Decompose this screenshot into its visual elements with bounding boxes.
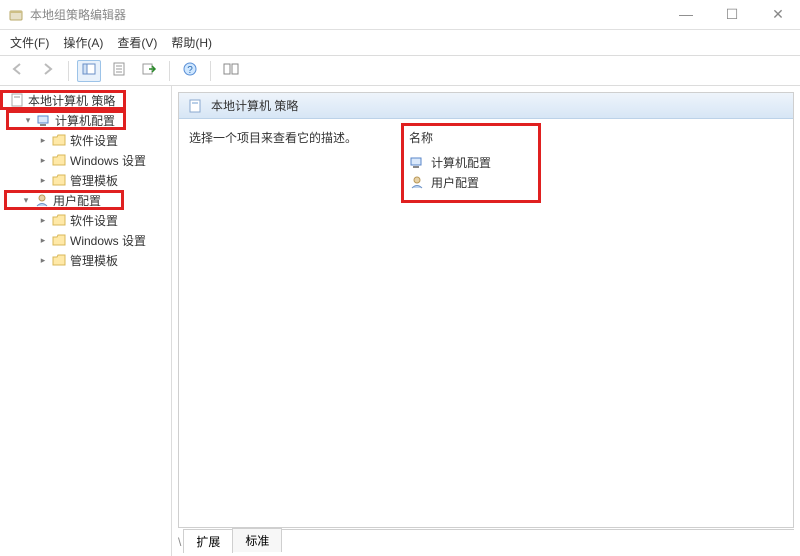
minimize-button[interactable]: — [672, 6, 700, 23]
export-icon [142, 62, 156, 79]
folder-icon [51, 252, 67, 268]
help-icon: ? [183, 62, 197, 79]
window-title: 本地组策略编辑器 [30, 6, 126, 23]
folder-icon [51, 212, 67, 228]
folder-icon [51, 152, 67, 168]
tree-item-software[interactable]: ▸ 软件设置 [6, 130, 171, 150]
menu-view[interactable]: 查看(V) [117, 34, 157, 51]
tree-item-label: 软件设置 [70, 212, 118, 229]
tree-item-admin[interactable]: ▸ 管理模板 [6, 250, 171, 270]
tree-item-label: 管理模板 [70, 252, 118, 269]
tree-item-label: 软件设置 [70, 132, 118, 149]
tree-computer-config[interactable]: ▾ 计算机配置 [6, 110, 126, 130]
tree-item-label: Windows 设置 [70, 152, 146, 169]
split-button[interactable] [219, 60, 243, 82]
policy-icon [187, 98, 203, 114]
properties-button[interactable] [107, 60, 131, 82]
tree-user-label: 用户配置 [53, 192, 101, 209]
window-controls: — ☐ ✕ [672, 6, 792, 23]
toolbar-separator [68, 61, 69, 81]
computer-icon [36, 112, 52, 128]
forward-icon [41, 63, 55, 78]
menu-action[interactable]: 操作(A) [63, 34, 103, 51]
tree-user-config[interactable]: ▾ 用户配置 [4, 190, 124, 210]
tree-item-label: Windows 设置 [70, 232, 146, 249]
tree-computer-label: 计算机配置 [55, 112, 115, 129]
show-hide-tree-button[interactable] [77, 60, 101, 82]
split-icon [223, 63, 239, 78]
column-header-name[interactable]: 名称 [409, 129, 491, 146]
toolbar-separator [169, 61, 170, 81]
tree-root-label: 本地计算机 策略 [28, 92, 115, 109]
panel-header: 本地计算机 策略 [179, 93, 793, 119]
caret-icon: ▾ [21, 195, 31, 206]
list-item-label: 计算机配置 [431, 154, 491, 171]
tree-item-windows[interactable]: ▸ Windows 设置 [6, 150, 171, 170]
folder-icon [51, 172, 67, 188]
tab-extended[interactable]: 扩展 [183, 529, 233, 553]
back-button[interactable] [6, 60, 30, 82]
menu-file[interactable]: 文件(F) [10, 34, 49, 51]
toolbar-separator [210, 61, 211, 81]
maximize-button[interactable]: ☐ [718, 6, 746, 23]
forward-button[interactable] [36, 60, 60, 82]
folder-icon [51, 132, 67, 148]
toolbar: ? [0, 56, 800, 86]
policy-icon [9, 92, 25, 108]
content: 本地计算机 策略 ▾ 计算机配置 ▸ 软件设置 ▸ Windows 设置 ▸ [0, 86, 800, 556]
panel-icon [82, 63, 96, 78]
caret-icon: ▸ [38, 175, 48, 186]
caret-icon: ▸ [38, 215, 48, 226]
details-panel: 本地计算机 策略 选择一个项目来查看它的描述。 名称 计算机配置 [178, 92, 794, 528]
panel-body: 选择一个项目来查看它的描述。 名称 计算机配置 用户配置 [179, 119, 793, 202]
list-column: 名称 计算机配置 用户配置 [409, 129, 491, 192]
list-item-user[interactable]: 用户配置 [409, 172, 491, 192]
list-item-label: 用户配置 [431, 174, 479, 191]
tree-pane: 本地计算机 策略 ▾ 计算机配置 ▸ 软件设置 ▸ Windows 设置 ▸ [0, 86, 172, 556]
tree-item-label: 管理模板 [70, 172, 118, 189]
tree-item-software[interactable]: ▸ 软件设置 [6, 210, 171, 230]
right-pane: 本地计算机 策略 选择一个项目来查看它的描述。 名称 计算机配置 [172, 86, 800, 556]
caret-icon: ▾ [23, 115, 33, 126]
tree-item-windows[interactable]: ▸ Windows 设置 [6, 230, 171, 250]
tabs: \ 扩展 标准 [178, 528, 794, 552]
tabs-line [281, 529, 794, 530]
caret-icon: ▸ [38, 155, 48, 166]
close-button[interactable]: ✕ [764, 6, 792, 23]
folder-icon [51, 232, 67, 248]
list-item-computer[interactable]: 计算机配置 [409, 152, 491, 172]
panel-header-title: 本地计算机 策略 [211, 97, 298, 114]
tab-standard[interactable]: 标准 [232, 528, 282, 552]
back-icon [11, 63, 25, 78]
titlebar: 本地组策略编辑器 — ☐ ✕ [0, 0, 800, 30]
help-button[interactable]: ? [178, 60, 202, 82]
description-text: 选择一个项目来查看它的描述。 [189, 129, 389, 192]
menubar: 文件(F) 操作(A) 查看(V) 帮助(H) [0, 30, 800, 56]
export-button[interactable] [137, 60, 161, 82]
caret-icon: ▸ [38, 135, 48, 146]
tree-item-admin[interactable]: ▸ 管理模板 [6, 170, 171, 190]
tree-root[interactable]: 本地计算机 策略 [0, 90, 126, 110]
user-icon [34, 192, 50, 208]
caret-icon: ▸ [38, 235, 48, 246]
user-icon [409, 174, 425, 190]
svg-text:?: ? [187, 65, 193, 76]
properties-icon [112, 62, 126, 79]
menu-help[interactable]: 帮助(H) [171, 34, 212, 51]
computer-icon [409, 154, 425, 170]
app-icon [8, 7, 24, 23]
caret-icon: ▸ [38, 255, 48, 266]
